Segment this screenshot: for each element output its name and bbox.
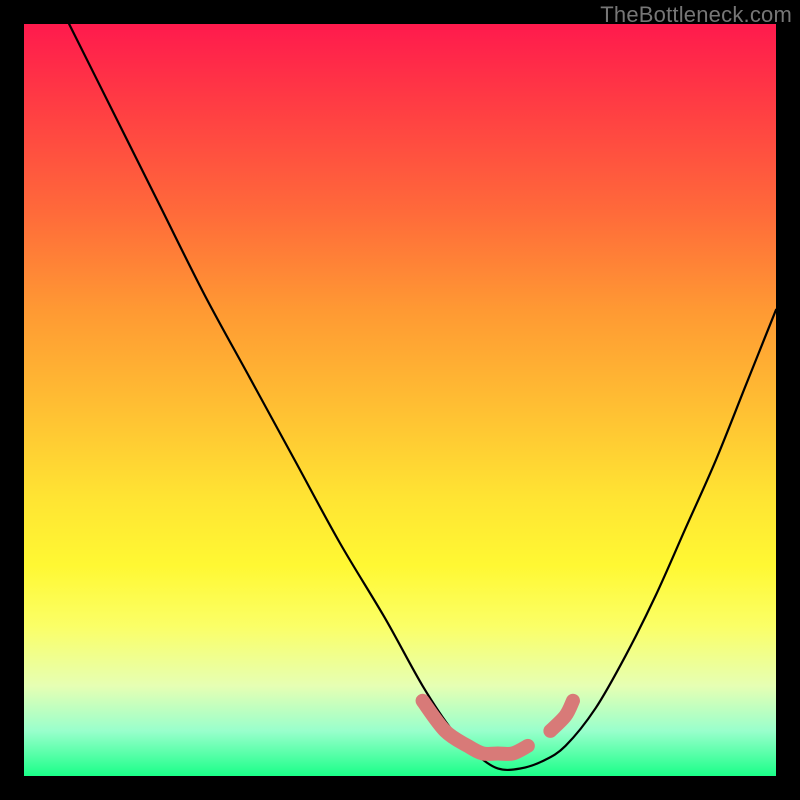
bottleneck-curve bbox=[69, 24, 776, 770]
curve-overlay bbox=[24, 24, 776, 776]
optimal-segment bbox=[423, 701, 528, 754]
optimal-zone-markers bbox=[423, 701, 573, 754]
optimal-segment bbox=[550, 701, 573, 731]
chart-area bbox=[24, 24, 776, 776]
